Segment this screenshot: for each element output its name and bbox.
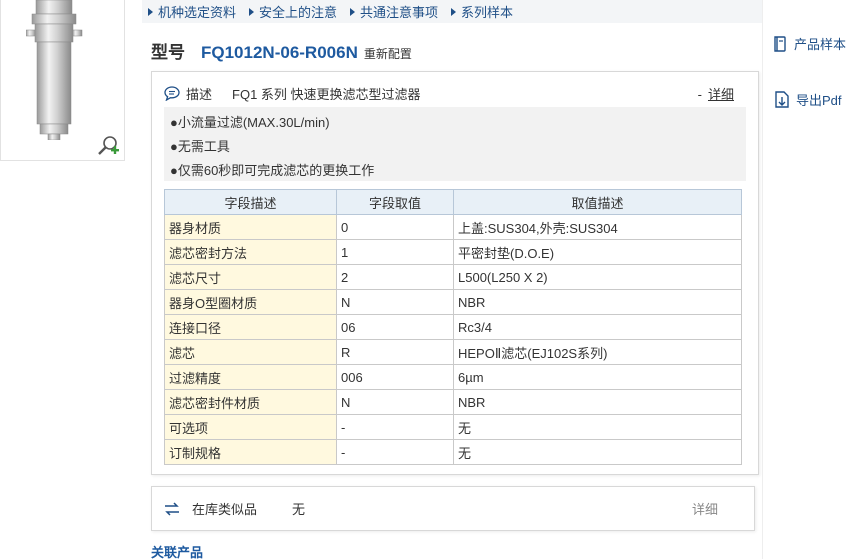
model-code: FQ1012N-06-R006N bbox=[201, 43, 358, 62]
spec-field-meaning: L500(L250 X 2) bbox=[453, 264, 742, 290]
spec-field-meaning: 无 bbox=[453, 414, 742, 440]
spec-field-value: - bbox=[336, 414, 454, 440]
triangle-right-icon bbox=[451, 7, 457, 16]
column-header-field: 字段描述 bbox=[164, 189, 337, 215]
more-prefix: - bbox=[697, 87, 702, 102]
spec-field-value: 1 bbox=[336, 239, 454, 265]
spec-field-meaning: 平密封垫(D.O.E) bbox=[453, 239, 742, 265]
catalog-link-label: 产品样本 bbox=[794, 37, 847, 52]
spec-field-name: 连接口径 bbox=[164, 314, 337, 340]
spec-field-value: 06 bbox=[336, 314, 454, 340]
product-image-frame bbox=[0, 0, 125, 161]
zoom-in-icon[interactable] bbox=[97, 135, 119, 157]
spec-table-row: 滤芯尺寸 2 L500(L250 X 2) bbox=[164, 264, 742, 290]
nav-link-label: 机种选定资料 bbox=[158, 5, 237, 20]
spec-table-row: 滤芯 R HEPOⅡ滤芯(EJ102S系列) bbox=[164, 339, 742, 365]
reconfigure-link[interactable]: 重新配置 bbox=[364, 45, 412, 62]
feature-list: ●小流量过滤(MAX.30L/min) ●无需工具 ●仅需60秒即可完成滤芯的更… bbox=[164, 107, 746, 181]
nav-link-label: 共通注意事项 bbox=[360, 5, 439, 20]
spec-field-name: 器身O型圈材质 bbox=[164, 289, 337, 315]
spec-table-row: 连接口径 06 Rc3/4 bbox=[164, 314, 742, 340]
spec-table-row: 器身O型圈材质 N NBR bbox=[164, 289, 742, 315]
description-label: 描述 bbox=[186, 87, 213, 102]
spec-field-meaning: 无 bbox=[453, 439, 742, 465]
spec-table-row: 可选项 - 无 bbox=[164, 414, 742, 440]
export-pdf-label: 导出Pdf bbox=[796, 93, 842, 108]
spec-table-header-row: 字段描述 字段取值 取值描述 bbox=[164, 189, 742, 215]
top-nav: 机种选定资料 安全上的注意 共通注意事项 系列样本 bbox=[142, 0, 762, 23]
feature-item: ●仅需60秒即可完成滤芯的更换工作 bbox=[170, 163, 375, 178]
swap-arrows-icon bbox=[165, 501, 179, 516]
spec-field-meaning: Rc3/4 bbox=[453, 314, 742, 340]
spec-field-name: 滤芯密封方法 bbox=[164, 239, 337, 265]
spec-field-name: 过滤精度 bbox=[164, 364, 337, 390]
spec-field-name: 滤芯密封件材质 bbox=[164, 389, 337, 415]
stock-similar-panel: 在库类似品 无 详细 bbox=[151, 486, 755, 531]
triangle-right-icon bbox=[249, 7, 255, 16]
spec-field-name: 订制规格 bbox=[164, 439, 337, 465]
spec-field-value: 2 bbox=[336, 264, 454, 290]
feature-item: ●无需工具 bbox=[170, 139, 230, 154]
spec-field-name: 滤芯尺寸 bbox=[164, 264, 337, 290]
triangle-right-icon bbox=[350, 7, 356, 16]
model-label: 型号 bbox=[151, 43, 185, 62]
triangle-right-icon bbox=[148, 7, 153, 16]
column-header-value: 字段取值 bbox=[336, 189, 454, 215]
spec-table-row: 器身材质 0 上盖:SUS304,外壳:SUS304 bbox=[164, 214, 742, 240]
description-detail-link[interactable]: 详细 bbox=[708, 87, 734, 102]
spec-field-value: 0 bbox=[336, 214, 454, 240]
description-text: FQ1 系列 快速更换滤芯型过滤器 bbox=[232, 87, 421, 102]
nav-link-series-catalog[interactable]: 系列样本 bbox=[451, 2, 513, 21]
spec-field-name: 器身材质 bbox=[164, 214, 337, 240]
spec-field-value: R bbox=[336, 339, 454, 365]
spec-field-name: 滤芯 bbox=[164, 339, 337, 365]
speech-bubble-icon bbox=[164, 86, 180, 101]
spec-table-row: 过滤精度 006 6µm bbox=[164, 364, 742, 390]
spec-table-row: 订制规格 - 无 bbox=[164, 439, 742, 465]
spec-field-meaning: 上盖:SUS304,外壳:SUS304 bbox=[453, 214, 742, 240]
export-pdf-link[interactable]: 导出Pdf bbox=[775, 90, 842, 109]
stock-similar-value: 无 bbox=[292, 502, 306, 517]
description-panel: 描述 FQ1 系列 快速更换滤芯型过滤器 - 详细 ●小流量过滤(MAX.30L/… bbox=[151, 71, 759, 475]
catalog-link[interactable]: 产品样本 bbox=[773, 34, 846, 53]
model-title: 型号 FQ1012N-06-R006N 重新配置 bbox=[151, 38, 412, 63]
spec-field-name: 可选项 bbox=[164, 414, 337, 440]
description-more: - 详细 bbox=[698, 84, 734, 103]
related-products-heading: 关联产品 bbox=[151, 545, 204, 559]
product-filter-image bbox=[26, 0, 83, 140]
book-icon bbox=[774, 35, 786, 52]
nav-link-common-notes[interactable]: 共通注意事项 bbox=[350, 2, 438, 21]
stock-detail-link[interactable]: 详细 bbox=[692, 499, 718, 518]
spec-field-meaning: HEPOⅡ滤芯(EJ102S系列) bbox=[453, 339, 742, 365]
nav-link-selection-data[interactable]: 机种选定资料 bbox=[148, 2, 236, 21]
spec-field-value: 006 bbox=[336, 364, 454, 390]
spec-field-meaning: 6µm bbox=[453, 364, 742, 390]
description-header: 描述 FQ1 系列 快速更换滤芯型过滤器 - 详细 bbox=[164, 84, 744, 103]
spec-table-row: 滤芯密封方法 1 平密封垫(D.O.E) bbox=[164, 239, 742, 265]
nav-link-label: 系列样本 bbox=[461, 5, 514, 20]
stock-similar-label: 在库类似品 bbox=[192, 502, 258, 517]
spec-field-value: N bbox=[336, 289, 454, 315]
spec-field-value: N bbox=[336, 389, 454, 415]
column-divider bbox=[762, 0, 763, 559]
column-header-meaning: 取值描述 bbox=[453, 189, 742, 215]
spec-table-row: 滤芯密封件材质 N NBR bbox=[164, 389, 742, 415]
nav-link-label: 安全上的注意 bbox=[259, 5, 338, 20]
spec-field-value: - bbox=[336, 439, 454, 465]
nav-link-safety[interactable]: 安全上的注意 bbox=[249, 2, 337, 21]
feature-item: ●小流量过滤(MAX.30L/min) bbox=[170, 115, 330, 130]
spec-table: 字段描述 字段取值 取值描述 器身材质 0 上盖:SUS304,外壳:SUS304 滤… bbox=[164, 189, 742, 465]
export-document-icon bbox=[775, 91, 789, 108]
spec-field-meaning: NBR bbox=[453, 289, 742, 315]
spec-table-body: 器身材质 0 上盖:SUS304,外壳:SUS304 滤芯密封方法 1 平密封垫(D.O.… bbox=[164, 214, 742, 465]
spec-field-meaning: NBR bbox=[453, 389, 742, 415]
